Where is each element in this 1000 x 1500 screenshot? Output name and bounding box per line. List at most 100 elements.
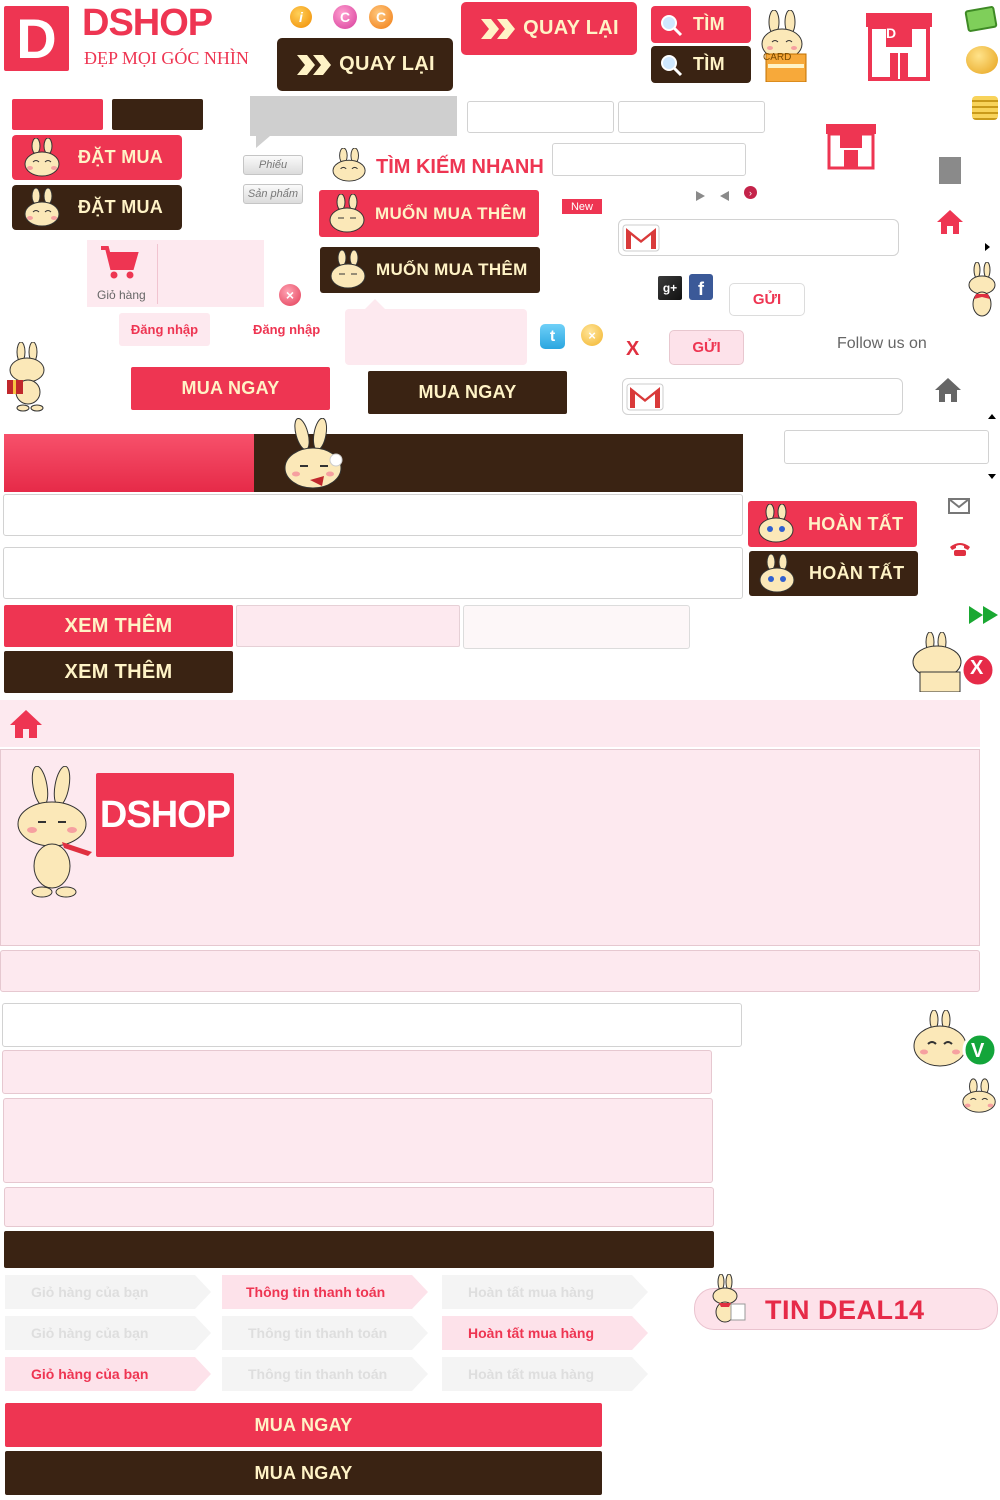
reject-x-label: X <box>970 657 984 679</box>
tab-coupon[interactable]: Phiếu <box>243 155 303 175</box>
buy-more-button-pink[interactable]: MUỐN MUA THÊM <box>319 190 539 237</box>
see-more-button-light[interactable] <box>236 605 460 647</box>
step-complete-label: Hoàn tất mua hàng <box>468 1366 595 1382</box>
close-circle-icon[interactable]: × <box>581 324 603 346</box>
info-icon[interactable]: i <box>290 6 312 28</box>
tab-product[interactable]: Sản phẩm <box>243 184 303 204</box>
done-button-label: HOÀN TẤT <box>809 563 905 583</box>
step-complete[interactable]: Hoàn tất mua hàng <box>442 1316 648 1350</box>
done-button-dark[interactable]: HOÀN TẤT <box>749 551 918 596</box>
step-complete[interactable]: Hoàn tất mua hàng <box>442 1275 648 1309</box>
step-cart[interactable]: Giỏ hàng của bạn <box>5 1316 211 1350</box>
step-payment[interactable]: Thông tin thanh toán <box>222 1275 428 1309</box>
step-cart[interactable]: Giỏ hàng của bạn <box>5 1357 211 1391</box>
step-payment[interactable]: Thông tin thanh toán <box>222 1316 428 1350</box>
play-left-icon[interactable] <box>720 191 729 201</box>
cart-box[interactable]: Giỏ hàng <box>87 240 264 307</box>
see-more-button-pink[interactable]: XEM THÊM <box>4 605 233 647</box>
close-x-icon[interactable]: X <box>626 338 639 361</box>
logo-letter: D <box>16 7 57 70</box>
buy-now-button-dark[interactable]: MUA NGAY <box>368 371 567 414</box>
mascot-sleepy-icon <box>284 418 343 489</box>
google-plus-label: g+ <box>662 281 678 295</box>
gmail-icon <box>626 383 664 411</box>
send-button-pink[interactable]: GỬI <box>669 330 744 365</box>
text-input[interactable] <box>467 101 614 133</box>
text-input-wide[interactable] <box>3 494 743 536</box>
mascot-face-icon <box>758 504 794 543</box>
search-button-pink[interactable]: TÌM <box>651 6 751 43</box>
see-more-button-white[interactable] <box>463 605 690 649</box>
mascot-tie-icon <box>17 766 92 898</box>
buy-button-pink[interactable]: ĐẶT MUA <box>12 135 182 180</box>
back-button-label: QUAY LẠI <box>339 53 435 75</box>
see-more-button-dark[interactable]: XEM THÊM <box>4 651 233 693</box>
step-payment-label: Thông tin thanh toán <box>248 1325 388 1341</box>
buy-button-label: ĐẶT MUA <box>78 197 164 217</box>
search-button-label: TÌM <box>693 14 725 34</box>
double-chevron-icon <box>481 18 516 39</box>
deal-label: TIN DEAL14 <box>765 1295 925 1325</box>
facebook-icon[interactable]: f <box>689 274 713 300</box>
login-button[interactable]: Đăng nhập <box>119 313 210 346</box>
buy-now-button-wide-pink[interactable]: MUA NGAY <box>5 1403 602 1447</box>
mascot-face-icon <box>962 1078 996 1113</box>
phone-icon[interactable] <box>948 541 972 557</box>
buy-more-button-dark[interactable]: MUỐN MUA THÊM <box>320 247 540 293</box>
search-button-label: TÌM <box>693 54 725 74</box>
quick-search-title: TÌM KIẾM NHANH <box>376 156 544 178</box>
buy-now-button-label: MUA NGAY <box>254 1414 353 1435</box>
done-button-pink[interactable]: HOÀN TẤT <box>748 501 917 547</box>
text-input[interactable] <box>552 143 746 176</box>
back-button-pink[interactable]: QUAY LẠI <box>461 2 637 55</box>
cart-label: Giỏ hàng <box>97 288 146 302</box>
email-field[interactable] <box>618 219 899 256</box>
home-icon[interactable] <box>8 708 44 740</box>
twitter-icon[interactable]: t <box>540 324 565 349</box>
text-input-wide[interactable] <box>2 1003 742 1047</box>
scroll-up-icon[interactable] <box>988 414 996 419</box>
login-link[interactable]: Đăng nhập <box>253 322 320 337</box>
search-button-dark[interactable]: TÌM <box>651 46 751 83</box>
close-circle-icon[interactable]: × <box>279 284 301 306</box>
back-button-dark[interactable]: QUAY LẠI <box>277 38 453 91</box>
store-icon-letter: D <box>886 25 897 41</box>
scroll-down-icon[interactable] <box>988 474 996 479</box>
step-payment[interactable]: Thông tin thanh toán <box>222 1357 428 1391</box>
fast-forward-icon[interactable] <box>968 604 1000 626</box>
step-cart[interactable]: Giỏ hàng của bạn <box>5 1275 211 1309</box>
text-input-wide[interactable] <box>3 547 743 599</box>
form-field-pink[interactable] <box>4 1187 714 1227</box>
buy-button-dark[interactable]: ĐẶT MUA <box>12 185 182 230</box>
card-label: CARD <box>763 52 792 63</box>
step-payment-label: Thông tin thanh toán <box>246 1284 386 1300</box>
done-button-label: HOÀN TẤT <box>808 513 904 534</box>
text-input[interactable] <box>784 430 989 464</box>
step-complete[interactable]: Hoàn tất mua hàng <box>442 1357 648 1391</box>
breadcrumb-bar <box>0 700 980 747</box>
email-field[interactable] <box>622 378 903 415</box>
google-plus-icon[interactable]: g+ <box>658 276 682 300</box>
buy-button-label: ĐẶT MUA <box>78 147 164 167</box>
login-label: Đăng nhập <box>130 322 199 337</box>
see-more-button-label: XEM THÊM <box>64 614 173 637</box>
text-input[interactable] <box>618 101 765 133</box>
refresh-orange-icon[interactable]: C <box>369 5 393 29</box>
home-icon[interactable] <box>933 376 963 404</box>
info-bar <box>0 950 980 992</box>
refresh-pink-icon[interactable]: C <box>333 5 357 29</box>
play-right-icon[interactable] <box>696 191 705 201</box>
envelope-icon[interactable] <box>948 498 970 514</box>
form-textarea-pink[interactable] <box>3 1098 713 1183</box>
step-cart-label: Giỏ hàng của bạn <box>31 1325 149 1341</box>
gray-tooltip-tail <box>256 136 270 148</box>
next-circle-icon[interactable]: › <box>744 186 757 199</box>
tab-product-label: Sản phẩm <box>247 188 299 200</box>
send-button-outline[interactable]: GỬI <box>729 283 805 316</box>
buy-now-button-pink[interactable]: MUA NGAY <box>131 367 330 410</box>
caret-right-icon[interactable] <box>985 243 990 251</box>
brand-name: DSHOP <box>82 2 213 44</box>
home-icon[interactable] <box>935 208 965 236</box>
form-field-pink[interactable] <box>2 1050 712 1094</box>
buy-now-button-wide-dark[interactable]: MUA NGAY <box>5 1451 602 1495</box>
